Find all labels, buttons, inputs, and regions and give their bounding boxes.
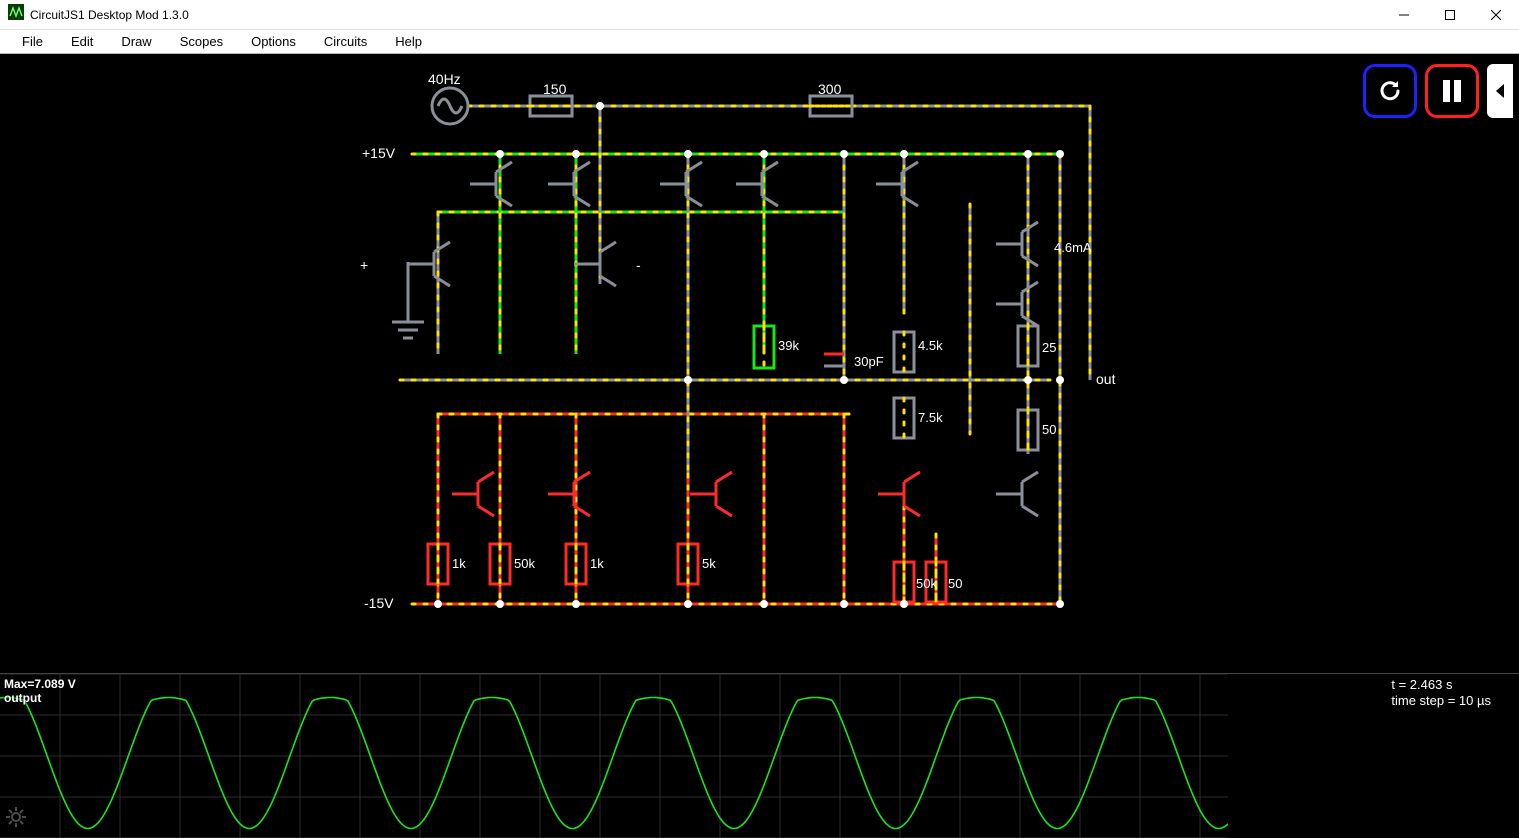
window-title: CircuitJS1 Desktop Mod 1.3.0 bbox=[30, 8, 189, 22]
resistor-4-5k[interactable] bbox=[894, 332, 914, 372]
window-minimize-button[interactable] bbox=[1381, 0, 1427, 30]
workspace: .wire-gray { stroke:#8a8f98; stroke-widt… bbox=[0, 54, 1519, 838]
label-current: 4.6mA bbox=[1054, 240, 1092, 255]
label-out: out bbox=[1096, 371, 1116, 387]
window-titlebar: CircuitJS1 Desktop Mod 1.3.0 bbox=[0, 0, 1519, 30]
scope-readout: Max=7.089 V output bbox=[4, 677, 76, 705]
resistor-7-5k[interactable] bbox=[894, 398, 914, 438]
window-maximize-button[interactable] bbox=[1427, 0, 1473, 30]
capacitor-30pf[interactable] bbox=[824, 354, 844, 366]
label-7-5k: 7.5k bbox=[918, 410, 943, 425]
scope-settings-button[interactable] bbox=[6, 807, 26, 832]
menu-options[interactable]: Options bbox=[237, 32, 310, 51]
label-inplus: + bbox=[360, 257, 368, 273]
label-30pf: 30pF bbox=[854, 354, 884, 369]
ground[interactable] bbox=[392, 284, 424, 338]
minimize-icon bbox=[1399, 10, 1409, 20]
label-inminus: - bbox=[636, 257, 641, 273]
label-1k-a: 1k bbox=[452, 556, 466, 571]
label-50k-b: 50k bbox=[916, 576, 937, 591]
label-50a: 50 bbox=[1042, 422, 1056, 437]
label-1k-b: 1k bbox=[590, 556, 604, 571]
label-plus15: +15V bbox=[362, 145, 396, 161]
sim-status: t = 2.463 s time step = 10 µs bbox=[1391, 677, 1491, 709]
scope-chan: output bbox=[4, 691, 76, 705]
label-25: 25 bbox=[1042, 340, 1056, 355]
scope-trace bbox=[0, 698, 1228, 829]
menu-scopes[interactable]: Scopes bbox=[166, 32, 237, 51]
label-r300: 300 bbox=[818, 81, 842, 97]
label-5k: 5k bbox=[702, 556, 716, 571]
menu-edit[interactable]: Edit bbox=[57, 32, 107, 51]
label-39k: 39k bbox=[778, 338, 799, 353]
circuit-canvas[interactable]: .wire-gray { stroke:#8a8f98; stroke-widt… bbox=[0, 54, 1519, 673]
menu-draw[interactable]: Draw bbox=[107, 32, 165, 51]
label-50-b: 50 bbox=[948, 576, 962, 591]
label-50k-a: 50k bbox=[514, 556, 535, 571]
app-icon bbox=[8, 4, 24, 25]
menu-circuits[interactable]: Circuits bbox=[310, 32, 381, 51]
close-icon bbox=[1491, 10, 1501, 20]
label-neg15: -15V bbox=[364, 595, 394, 611]
menu-help[interactable]: Help bbox=[381, 32, 436, 51]
label-r150: 150 bbox=[543, 81, 567, 97]
oscilloscope[interactable]: Max=7.089 V output t = 2.463 s time step… bbox=[0, 673, 1519, 838]
scope-max: Max=7.089 V bbox=[4, 677, 76, 691]
transistors[interactable] bbox=[408, 162, 1038, 516]
status-time: t = 2.463 s bbox=[1391, 677, 1491, 693]
window-close-button[interactable] bbox=[1473, 0, 1519, 30]
ac-source[interactable] bbox=[432, 88, 468, 124]
menubar: File Edit Draw Scopes Options Circuits H… bbox=[0, 30, 1519, 54]
label-40hz: 40Hz bbox=[428, 71, 461, 87]
maximize-icon bbox=[1445, 10, 1455, 20]
status-step: time step = 10 µs bbox=[1391, 693, 1491, 709]
menu-file[interactable]: File bbox=[8, 32, 57, 51]
gear-icon bbox=[6, 807, 26, 827]
label-4-5k: 4.5k bbox=[918, 338, 943, 353]
